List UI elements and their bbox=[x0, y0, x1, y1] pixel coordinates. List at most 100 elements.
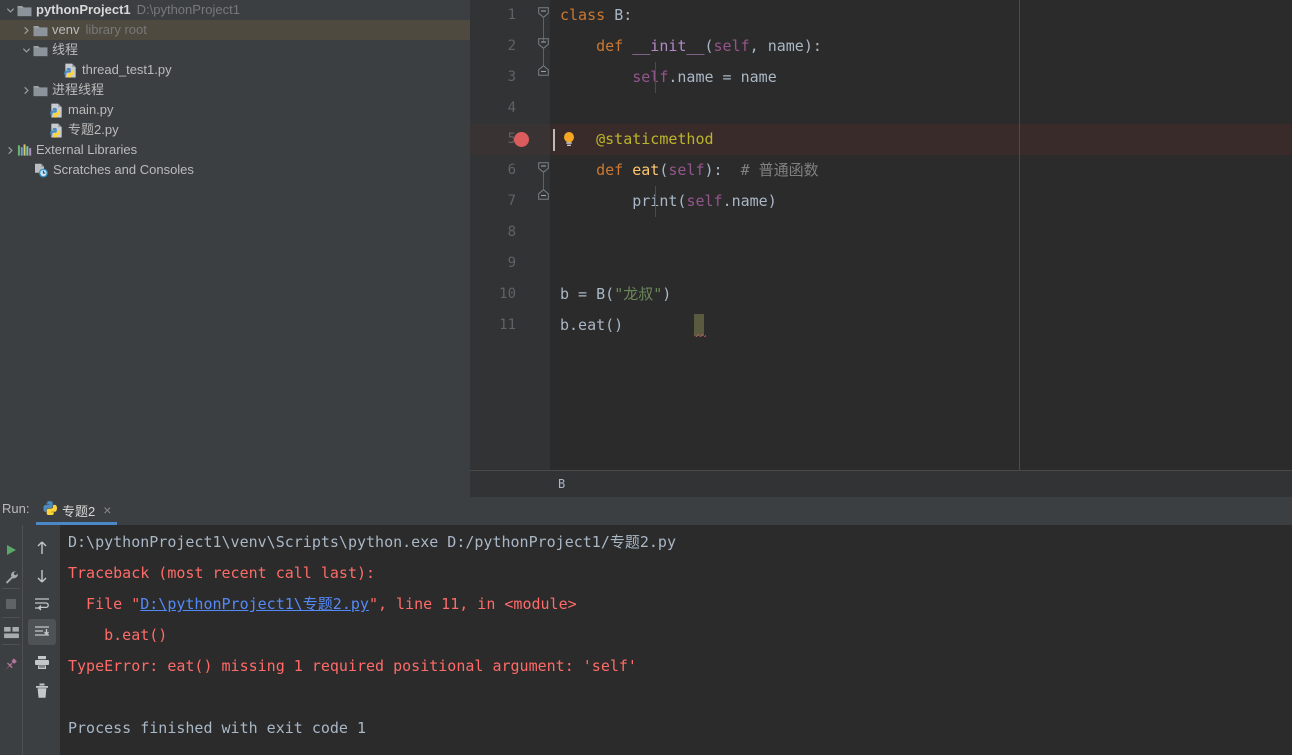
tree-item-2[interactable]: 线程 bbox=[0, 40, 470, 60]
folder-icon bbox=[33, 84, 48, 97]
breakpoint-icon[interactable] bbox=[514, 132, 529, 147]
chevron-right-icon[interactable] bbox=[20, 80, 33, 100]
code-token: .name = name bbox=[668, 68, 776, 86]
line-number: 1 bbox=[470, 0, 516, 31]
tree-item-label: External Libraries bbox=[36, 140, 137, 160]
code-token: @staticmethod bbox=[596, 130, 713, 148]
code-token: B: bbox=[614, 6, 632, 24]
code-line-3[interactable]: self.name = name bbox=[550, 62, 1292, 93]
python-file-icon bbox=[63, 63, 78, 78]
tree-indent-spacer bbox=[36, 120, 49, 140]
breadcrumb[interactable]: B bbox=[470, 470, 1292, 497]
code-token: self bbox=[686, 192, 722, 210]
close-icon[interactable]: × bbox=[103, 502, 111, 518]
code-token: self bbox=[632, 68, 668, 86]
code-token: b.eat() bbox=[560, 316, 623, 334]
console-text: File " bbox=[68, 595, 140, 613]
toolbar-separator bbox=[2, 588, 20, 589]
console-file-link[interactable]: D:\pythonProject1\专题2.py bbox=[140, 595, 369, 613]
tree-item-4[interactable]: 进程线程 bbox=[0, 80, 470, 100]
console-text: ", line 11, in <module> bbox=[369, 595, 577, 613]
line-number: 3 bbox=[470, 62, 516, 93]
line-number: 11 bbox=[470, 310, 516, 341]
fold-end-icon[interactable] bbox=[538, 65, 549, 76]
code-line-11[interactable]: b.eat() bbox=[550, 310, 1292, 341]
trash-icon[interactable] bbox=[28, 678, 56, 704]
tree-item-5[interactable]: main.py bbox=[0, 100, 470, 120]
line-number: 8 bbox=[470, 217, 516, 248]
console-output[interactable]: D:\pythonProject1\venv\Scripts\python.ex… bbox=[60, 525, 1292, 755]
tree-item-8[interactable]: Scratches and Consoles bbox=[0, 160, 470, 180]
indent-guide bbox=[655, 186, 656, 217]
run-toolbar-primary[interactable] bbox=[0, 525, 22, 755]
run-tab-zhuanti2[interactable]: 专题2 × bbox=[36, 498, 117, 525]
pycharm-window: pythonProject1D:\pythonProject1venvlibra… bbox=[0, 0, 1292, 755]
libraries-icon bbox=[17, 143, 32, 157]
tree-item-1[interactable]: venvlibrary root bbox=[0, 20, 470, 40]
wrench-icon[interactable] bbox=[0, 566, 22, 588]
run-window-label: Run: bbox=[2, 501, 29, 516]
code-token: def bbox=[596, 161, 632, 179]
run-toolbar-console[interactable] bbox=[22, 525, 60, 755]
scratches-icon bbox=[33, 163, 49, 178]
code-line-2[interactable]: def __init__(self, name): bbox=[550, 31, 1292, 62]
tree-item-3[interactable]: thread_test1.py bbox=[0, 60, 470, 80]
code-line-5[interactable]: @staticmethod bbox=[550, 124, 1292, 155]
console-text: Process finished with exit code 1 bbox=[68, 719, 366, 737]
tree-item-0[interactable]: pythonProject1D:\pythonProject1 bbox=[0, 0, 470, 20]
code-line-9[interactable] bbox=[550, 248, 1292, 279]
fold-collapse-icon[interactable] bbox=[538, 7, 549, 18]
project-tree-rows: pythonProject1D:\pythonProject1venvlibra… bbox=[0, 0, 470, 180]
project-tree-panel[interactable]: pythonProject1D:\pythonProject1venvlibra… bbox=[0, 0, 470, 497]
code-editor[interactable]: 1234567891011 class B: def __init__(self… bbox=[470, 0, 1292, 470]
code-token: b = B( bbox=[560, 285, 614, 303]
matching-paren-highlight bbox=[694, 314, 704, 336]
arrow-down-icon[interactable] bbox=[28, 563, 56, 589]
chevron-down-icon[interactable] bbox=[20, 40, 33, 60]
print-icon[interactable] bbox=[28, 649, 56, 675]
code-line-6[interactable]: def eat(self): # 普通函数 bbox=[550, 155, 1292, 186]
code-token: def bbox=[596, 37, 632, 55]
chevron-right-icon[interactable] bbox=[20, 20, 33, 40]
code-line-8[interactable] bbox=[550, 217, 1292, 248]
run-tool-window: Run: 专题2 × bbox=[0, 497, 1292, 755]
code-token: , name): bbox=[750, 37, 822, 55]
python-icon bbox=[42, 500, 57, 520]
code-line-7[interactable]: print(self.name) bbox=[550, 186, 1292, 217]
tree-item-7[interactable]: External Libraries bbox=[0, 140, 470, 160]
soft-wrap-icon[interactable] bbox=[28, 591, 56, 617]
scroll-to-end-icon[interactable] bbox=[28, 619, 56, 645]
fold-stem bbox=[543, 173, 544, 189]
pin-icon[interactable] bbox=[0, 653, 22, 675]
console-line-2: Traceback (most recent call last): bbox=[68, 558, 375, 589]
tree-indent-spacer bbox=[50, 60, 63, 80]
chevron-down-icon[interactable] bbox=[4, 0, 17, 20]
code-line-10[interactable]: b = B("龙叔") bbox=[550, 279, 1292, 310]
fold-collapse-icon[interactable] bbox=[538, 38, 549, 49]
line-number: 5 bbox=[470, 124, 516, 155]
arrow-up-icon[interactable] bbox=[28, 535, 56, 561]
chevron-right-icon[interactable] bbox=[4, 140, 17, 160]
code-token bbox=[560, 130, 596, 148]
code-token bbox=[560, 192, 632, 210]
fold-end-icon[interactable] bbox=[538, 189, 549, 200]
code-token: ): bbox=[705, 161, 741, 179]
code-token: class bbox=[560, 6, 614, 24]
code-line-4[interactable] bbox=[550, 93, 1292, 124]
code-token: # 普通函数 bbox=[741, 161, 819, 179]
run-tab-bar: Run: 专题2 × bbox=[0, 497, 1292, 525]
console-text: Traceback (most recent call last): bbox=[68, 564, 375, 582]
tree-item-label: pythonProject1 bbox=[36, 0, 131, 20]
folder-icon bbox=[33, 44, 48, 57]
rerun-button[interactable] bbox=[0, 539, 22, 561]
console-line-1: D:\pythonProject1\venv\Scripts\python.ex… bbox=[68, 527, 676, 558]
layout-icon[interactable] bbox=[0, 622, 22, 644]
code-text-area[interactable]: class B: def __init__(self, name): self.… bbox=[550, 0, 1292, 470]
stop-button[interactable] bbox=[0, 593, 22, 615]
tree-item-label: 专题2.py bbox=[68, 120, 119, 140]
fold-collapse-icon[interactable] bbox=[538, 162, 549, 173]
folder-icon bbox=[33, 24, 48, 37]
code-line-1[interactable]: class B: bbox=[550, 0, 1292, 31]
tree-item-6[interactable]: 专题2.py bbox=[0, 120, 470, 140]
folder-icon bbox=[17, 4, 32, 17]
